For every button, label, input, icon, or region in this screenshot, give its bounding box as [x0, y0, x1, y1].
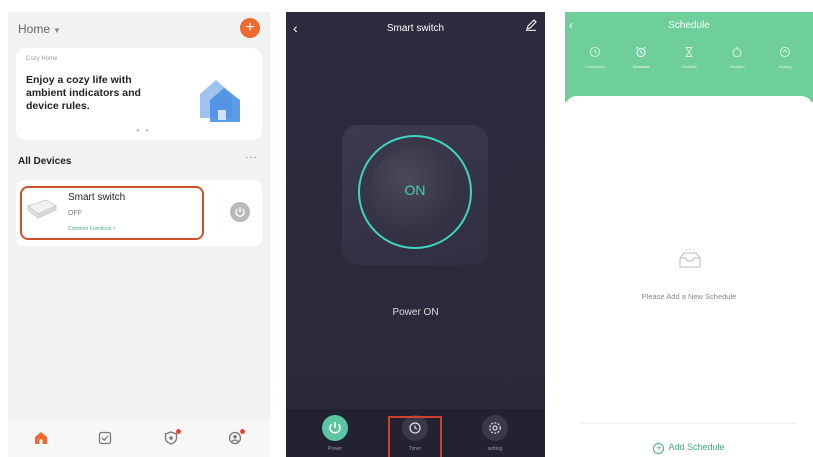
tab-label: Countdown	[584, 64, 606, 69]
power-status-text: Power ON	[392, 307, 439, 318]
device-card[interactable]: Smart switch OFF Common Functions >	[16, 180, 262, 246]
page-title: Smart switch	[386, 23, 445, 34]
home-tab-icon[interactable]	[34, 431, 48, 445]
power-button[interactable]	[322, 415, 348, 441]
page-title: Schedule	[668, 20, 710, 31]
power-icon	[329, 422, 341, 434]
tab-inching[interactable]: Inching	[765, 46, 805, 69]
home-title: Home	[18, 22, 51, 36]
notification-dot	[240, 429, 245, 434]
gear-icon	[489, 422, 501, 434]
setting-button[interactable]	[482, 415, 508, 441]
divider	[581, 423, 797, 424]
tab-label: Schedule	[632, 64, 650, 69]
home-screen: Home ▼ + Cozy Home Enjoy a cozy life with…	[8, 12, 270, 457]
device-status: OFF	[68, 210, 82, 217]
tab-label: Random	[729, 64, 745, 69]
banner-text: Enjoy a cozy life with ambient indicator…	[26, 74, 141, 112]
power-state-label: ON	[404, 182, 426, 198]
more-options-button[interactable]: ···	[245, 152, 258, 163]
bottom-nav	[8, 421, 270, 457]
empty-state-text: Please Add a New Schedule	[641, 292, 737, 301]
power-ring: ON	[358, 135, 472, 249]
schedule-header: ‹ Schedule Countdown Schedule Circulate	[565, 12, 813, 102]
add-schedule-label: Add Schedule	[668, 442, 725, 452]
alarm-clock-icon	[636, 46, 646, 58]
tab-label: Inching	[778, 64, 792, 69]
add-circle-icon: +	[653, 443, 665, 454]
device-room: Common Functions >	[68, 226, 116, 232]
tab-label: Circulate	[681, 64, 697, 69]
notification-dot	[176, 429, 181, 434]
add-device-button[interactable]: +	[240, 18, 260, 38]
switch-device-icon	[26, 199, 58, 220]
power-toggle-button[interactable]: ON	[370, 147, 460, 237]
edit-icon[interactable]	[525, 19, 537, 31]
tab-countdown[interactable]: Countdown	[575, 46, 615, 69]
countdown-icon	[589, 46, 601, 58]
tab-schedule[interactable]: Schedule	[621, 46, 661, 69]
house-illustration-icon	[200, 80, 240, 122]
tab-circulate[interactable]: Circulate	[669, 46, 709, 69]
section-title: All Devices	[18, 156, 72, 167]
inching-icon	[779, 46, 791, 58]
device-name: Smart switch	[68, 192, 126, 203]
setting-label: setting	[487, 446, 503, 452]
device-power-button[interactable]	[230, 202, 250, 222]
stopwatch-icon	[732, 47, 742, 58]
schedule-content: Please Add a New Schedule + Add Schedule	[565, 96, 813, 457]
banner-subtitle: Cozy Home	[26, 56, 58, 62]
switch-panel: ON	[342, 125, 488, 265]
schedule-screen: ‹ Schedule Countdown Schedule Circulate	[565, 12, 813, 457]
scene-tab-icon[interactable]	[98, 431, 112, 445]
home-selector[interactable]: Home ▼	[18, 22, 61, 36]
plus-icon: +	[245, 19, 255, 36]
power-icon	[235, 207, 245, 218]
hourglass-icon	[685, 47, 693, 57]
add-schedule-button[interactable]: + Add Schedule	[565, 442, 813, 454]
switch-control-screen: ‹ Smart switch ON Power ON Power Timer s…	[286, 12, 545, 457]
promo-banner[interactable]: Cozy Home Enjoy a cozy life with ambient…	[16, 48, 262, 140]
power-label: Power	[327, 446, 343, 452]
carousel-dots: ● ●	[136, 128, 151, 134]
timer-highlight-box	[388, 416, 442, 457]
empty-box-icon	[679, 248, 701, 268]
caret-down-icon: ▼	[53, 26, 61, 35]
tab-random[interactable]: Random	[717, 46, 757, 69]
